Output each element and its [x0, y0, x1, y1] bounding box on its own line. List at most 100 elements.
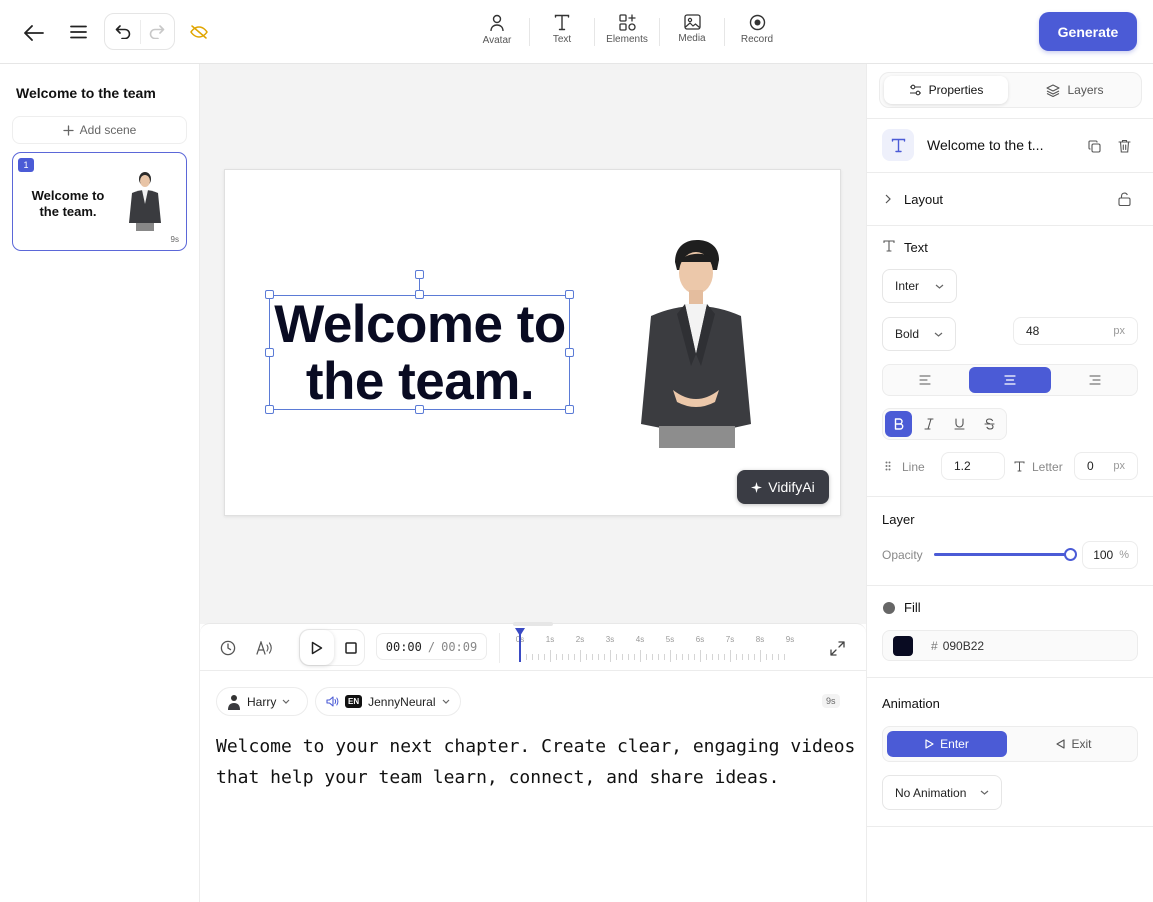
chevron-down-icon: [934, 332, 943, 337]
resize-handle[interactable]: [565, 348, 574, 357]
fill-color-input[interactable]: # 090B22: [882, 630, 1138, 661]
tick-mark: [742, 654, 743, 660]
enter-animation-tab[interactable]: Enter: [887, 731, 1007, 757]
trash-icon[interactable]: [1114, 136, 1134, 156]
hidden-eye-icon[interactable]: [187, 20, 211, 44]
avatar-presenter[interactable]: [635, 240, 759, 448]
exit-animation-tab[interactable]: Exit: [1013, 731, 1135, 757]
vidify-watermark-button[interactable]: VidifyAi: [737, 470, 829, 504]
chevron-down-icon: [980, 790, 989, 795]
align-right-icon: [1089, 375, 1101, 385]
tool-record[interactable]: Record: [725, 14, 789, 50]
generate-button[interactable]: Generate: [1039, 12, 1137, 51]
bold-icon: [894, 418, 903, 430]
tick-mark: [592, 654, 593, 660]
tool-avatar[interactable]: Avatar: [465, 14, 529, 50]
opacity-input[interactable]: 100 %: [1082, 541, 1138, 569]
tool-label: Media: [678, 33, 706, 44]
avatar-selector[interactable]: Harry: [216, 687, 308, 716]
tab-layers[interactable]: Layers: [1012, 76, 1138, 104]
line-height-input[interactable]: 1.2: [941, 452, 1005, 480]
unlock-icon[interactable]: [1115, 189, 1133, 209]
scene-card[interactable]: 1 Welcome to the team. 9s: [12, 152, 187, 251]
align-right-button[interactable]: [1055, 367, 1135, 393]
redo-icon[interactable]: [145, 20, 169, 44]
back-arrow-icon[interactable]: [20, 20, 48, 46]
resize-handle[interactable]: [265, 290, 274, 299]
element-name[interactable]: Welcome to the t...: [927, 137, 1043, 153]
resize-handle[interactable]: [265, 348, 274, 357]
text-element-icon: [882, 129, 914, 161]
chevron-right-icon[interactable]: [882, 192, 894, 206]
tick-mark: [568, 654, 569, 660]
rotate-handle[interactable]: [415, 270, 424, 279]
sparkle-icon: [751, 481, 763, 493]
align-center-button[interactable]: [969, 367, 1051, 393]
opacity-slider[interactable]: [934, 548, 1077, 561]
voice-selector[interactable]: EN JennyNeural: [315, 687, 461, 716]
media-icon: [683, 14, 701, 30]
tool-text[interactable]: Text: [530, 14, 594, 50]
selection-box[interactable]: [269, 295, 570, 410]
tool-elements[interactable]: Elements: [595, 14, 659, 50]
strikethrough-button[interactable]: [975, 411, 1003, 437]
tick-mark: [682, 654, 683, 660]
tick-label: 5s: [665, 635, 675, 644]
slide-canvas[interactable]: Welcome to the team. VidifyAi: [224, 169, 841, 516]
menu-icon[interactable]: [65, 19, 91, 45]
properties-panel: Properties Layers Welcome to the t... La…: [866, 64, 1153, 902]
tick-mark: [706, 654, 707, 660]
resize-handle[interactable]: [415, 290, 424, 299]
bold-button[interactable]: [885, 411, 912, 437]
voice-icon[interactable]: [253, 638, 275, 658]
total-time: 00:09: [441, 639, 478, 654]
playhead[interactable]: [515, 628, 525, 662]
tick-mark: [652, 654, 653, 660]
layout-section-title[interactable]: Layout: [904, 192, 943, 207]
resize-handle[interactable]: [565, 405, 574, 414]
stop-button[interactable]: [336, 630, 366, 665]
font-weight-value: Bold: [895, 327, 920, 341]
project-title[interactable]: Welcome to the team: [16, 85, 156, 101]
add-scene-button[interactable]: Add scene: [12, 116, 187, 144]
tick-mark: [664, 654, 665, 660]
duplicate-icon[interactable]: [1084, 136, 1104, 156]
tool-media[interactable]: Media: [660, 14, 724, 50]
font-family-select[interactable]: Inter: [882, 269, 957, 303]
opacity-slider-thumb[interactable]: [1064, 548, 1077, 561]
script-textarea[interactable]: Welcome to your next chapter. Create cle…: [216, 731, 856, 793]
tick-mark: [724, 654, 725, 660]
tool-label: Avatar: [482, 35, 512, 46]
tab-properties[interactable]: Properties: [884, 76, 1008, 104]
plus-icon: [62, 124, 74, 136]
tick-mark: [526, 654, 527, 660]
font-weight-select[interactable]: Bold: [882, 317, 956, 351]
tick-mark: [784, 654, 785, 660]
tick-mark: [532, 654, 533, 660]
fullscreen-icon[interactable]: [827, 638, 847, 658]
timeline-ruler[interactable]: 0s1s2s3s4s5s6s7s8s9s: [510, 630, 810, 666]
clock-icon[interactable]: [218, 638, 238, 658]
avatar-icon: [490, 14, 504, 32]
underline-button[interactable]: [945, 411, 973, 437]
resize-handle[interactable]: [565, 290, 574, 299]
align-left-button[interactable]: [885, 367, 965, 393]
play-button[interactable]: [300, 630, 334, 665]
text-align-group: [882, 364, 1138, 396]
tick-mark: [760, 650, 761, 662]
opacity-unit: %: [1119, 549, 1129, 561]
tick-mark: [544, 654, 545, 660]
tick-label: 9s: [785, 635, 795, 644]
animation-type-select[interactable]: No Animation: [882, 775, 1002, 810]
tick-mark: [676, 654, 677, 660]
fill-color-swatch[interactable]: [893, 635, 913, 656]
letter-spacing-icon: [1014, 461, 1025, 472]
italic-button[interactable]: [915, 411, 943, 437]
undo-icon[interactable]: [111, 20, 135, 44]
letter-spacing-input[interactable]: 0 px: [1074, 452, 1138, 480]
tab-label: Properties: [928, 83, 984, 97]
resize-handle[interactable]: [265, 405, 274, 414]
font-size-input[interactable]: 48 px: [1013, 317, 1138, 345]
reverse-play-icon: [1056, 739, 1066, 749]
resize-handle[interactable]: [415, 405, 424, 414]
